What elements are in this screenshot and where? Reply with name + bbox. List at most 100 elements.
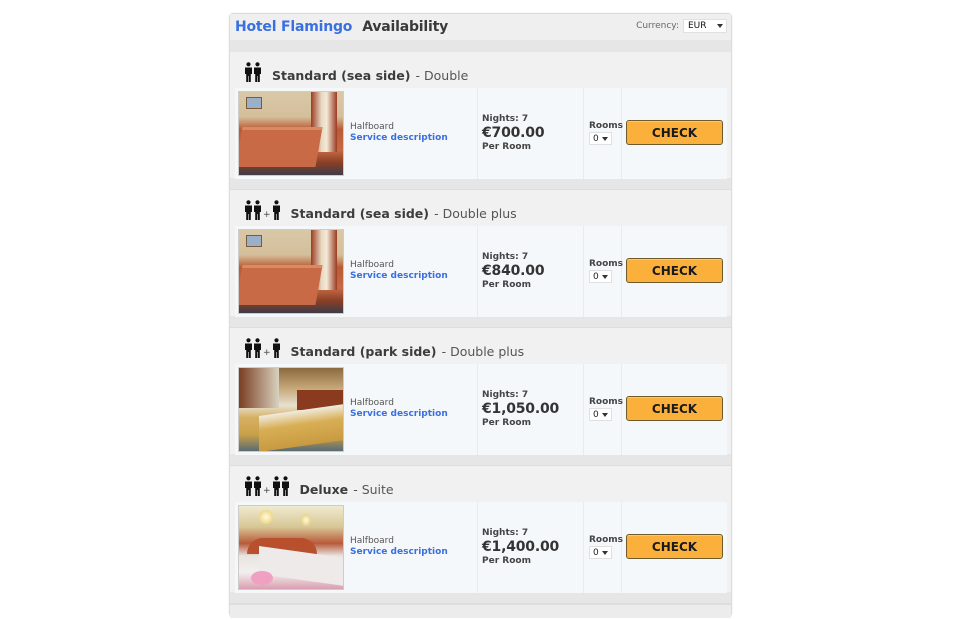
bed xyxy=(239,127,323,167)
board-type: Halfboard xyxy=(350,260,394,270)
caret-down-icon xyxy=(602,412,608,417)
check-cell: CHECK xyxy=(622,88,727,179)
room-title: + Standard (sea side) - Double plus xyxy=(230,190,731,226)
lamp xyxy=(259,510,273,524)
room-card: + Deluxe - Suite Halfboard Service descr… xyxy=(230,466,731,593)
rooms-label: Rooms xyxy=(589,121,624,131)
price: €840.00 xyxy=(482,263,545,279)
person-icon xyxy=(254,200,261,220)
room-photo[interactable] xyxy=(238,91,344,176)
price-unit: Per Room xyxy=(482,418,531,428)
room-separator xyxy=(230,178,731,190)
price-cell: Nights: 7 €840.00 Per Room xyxy=(478,226,584,317)
currency-label: Currency: xyxy=(636,21,679,31)
room-separator xyxy=(230,592,731,604)
rooms-select[interactable]: 0 xyxy=(589,408,612,421)
rooms-label: Rooms xyxy=(589,397,624,407)
room-photo[interactable] xyxy=(238,229,344,314)
room-type: - Double plus xyxy=(434,206,517,221)
room-item: Standard (sea side) - Double Halfboard S… xyxy=(230,52,731,190)
wall-picture xyxy=(246,97,262,109)
room-list: Standard (sea side) - Double Halfboard S… xyxy=(230,52,731,604)
room-name: Standard (sea side) xyxy=(272,68,411,83)
room-item: + Standard (park side) - Double plus Hal… xyxy=(230,328,731,466)
person-icon xyxy=(254,62,261,82)
rooms-cell: Rooms 0 xyxy=(584,502,624,593)
rooms-select[interactable]: 0 xyxy=(589,132,612,145)
availability-panel: Hotel Flamingo Availability Currency: EU… xyxy=(229,13,732,618)
rooms-value: 0 xyxy=(593,271,599,282)
room-item: + Deluxe - Suite Halfboard Service descr… xyxy=(230,466,731,604)
room-photo[interactable] xyxy=(238,367,344,452)
room-title: Standard (sea side) - Double xyxy=(230,52,731,88)
occupancy-icons: + xyxy=(244,338,281,358)
person-icon xyxy=(254,338,261,358)
window xyxy=(239,368,279,408)
check-button[interactable]: CHECK xyxy=(626,258,723,283)
room-name: Standard (sea side) xyxy=(290,206,429,221)
rooms-select[interactable]: 0 xyxy=(589,270,612,283)
room-photo[interactable] xyxy=(238,505,344,590)
bed xyxy=(239,265,323,305)
nights-count: Nights: 7 xyxy=(482,252,529,262)
rooms-label: Rooms xyxy=(589,259,624,269)
caret-down-icon xyxy=(602,274,608,279)
service-description-link[interactable]: Service description xyxy=(350,547,477,557)
rooms-select[interactable]: 0 xyxy=(589,546,612,559)
price: €700.00 xyxy=(482,125,545,141)
service-description-link[interactable]: Service description xyxy=(350,133,477,143)
room-card: Standard (sea side) - Double Halfboard S… xyxy=(230,52,731,179)
board-type: Halfboard xyxy=(350,398,394,408)
currency-select[interactable]: EUR xyxy=(683,19,727,33)
price-unit: Per Room xyxy=(482,280,531,290)
occupancy-icons: + xyxy=(244,476,290,496)
hotel-name: Hotel Flamingo xyxy=(235,19,353,35)
occupancy-icons xyxy=(244,62,262,82)
room-details: Halfboard Service description Nights: 7 … xyxy=(235,226,727,317)
check-cell: CHECK xyxy=(622,502,727,593)
caret-down-icon xyxy=(717,24,723,28)
person-icon xyxy=(245,476,252,496)
rooms-value: 0 xyxy=(593,547,599,558)
rooms-value: 0 xyxy=(593,133,599,144)
rooms-cell: Rooms 0 xyxy=(584,226,624,317)
board-cell: Halfboard Service description xyxy=(344,226,478,317)
nights-count: Nights: 7 xyxy=(482,114,529,124)
check-button[interactable]: CHECK xyxy=(626,534,723,559)
room-details: Halfboard Service description Nights: 7 … xyxy=(235,88,727,179)
room-separator xyxy=(230,316,731,328)
person-icon xyxy=(272,476,280,496)
room-item: + Standard (sea side) - Double plus Half… xyxy=(230,190,731,328)
currency-value: EUR xyxy=(688,21,707,31)
plus-sign: + xyxy=(263,348,271,358)
check-button[interactable]: CHECK xyxy=(626,120,723,145)
room-type: - Suite xyxy=(353,482,394,497)
person-icon xyxy=(245,62,252,82)
check-button[interactable]: CHECK xyxy=(626,396,723,421)
price: €1,400.00 xyxy=(482,539,560,555)
room-type: - Double xyxy=(415,68,469,83)
room-card: + Standard (sea side) - Double plus Half… xyxy=(230,190,731,317)
room-name: Deluxe xyxy=(299,482,349,497)
room-details: Halfboard Service description Nights: 7 … xyxy=(235,502,727,593)
rooms-label: Rooms xyxy=(589,535,624,545)
service-description-link[interactable]: Service description xyxy=(350,271,477,281)
person-icon xyxy=(245,200,252,220)
room-type: - Double plus xyxy=(441,344,525,359)
footer xyxy=(230,604,731,618)
person-icon xyxy=(254,476,261,496)
wall-picture xyxy=(246,235,262,247)
plus-sign: + xyxy=(263,210,271,220)
price: €1,050.00 xyxy=(482,401,560,417)
beds xyxy=(259,403,343,451)
room-card: + Standard (park side) - Double plus Hal… xyxy=(230,328,731,455)
price-unit: Per Room xyxy=(482,556,531,566)
header: Hotel Flamingo Availability Currency: EU… xyxy=(230,14,731,40)
room-title: + Standard (park side) - Double plus xyxy=(230,328,731,364)
rooms-cell: Rooms 0 xyxy=(584,88,624,179)
rooms-cell: Rooms 0 xyxy=(584,364,624,455)
price-cell: Nights: 7 €1,050.00 Per Room xyxy=(478,364,584,455)
service-description-link[interactable]: Service description xyxy=(350,409,477,419)
lamp xyxy=(301,514,311,526)
divider xyxy=(230,40,731,52)
